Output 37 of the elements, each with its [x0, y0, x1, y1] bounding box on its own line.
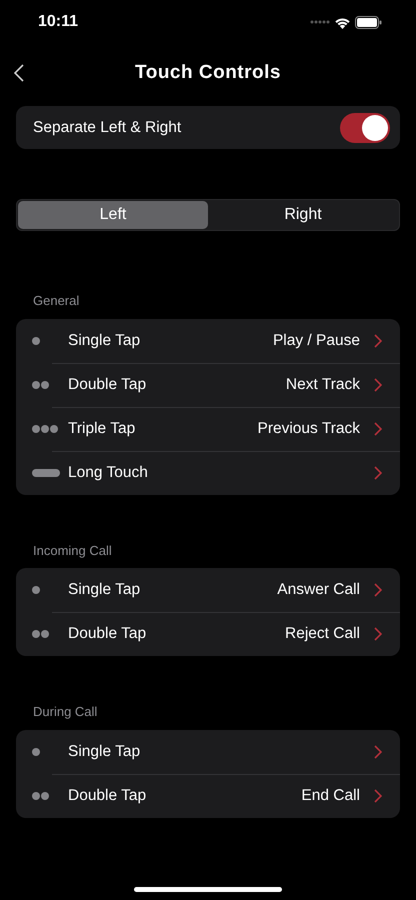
- chevron-icon: [374, 744, 382, 758]
- list-item[interactable]: Long Touch: [16, 450, 400, 494]
- list-item[interactable]: Single Tap: [16, 730, 400, 774]
- segment-tab[interactable]: Left: [18, 201, 208, 229]
- dot-icon: [32, 586, 40, 594]
- signal-icon: [310, 20, 330, 24]
- list-item[interactable]: Double Tap Reject Call: [16, 612, 400, 656]
- wifi-icon: [334, 16, 351, 28]
- chevron-icon: [374, 583, 382, 597]
- toggle-switch[interactable]: [340, 112, 390, 142]
- dot-icon: [32, 336, 40, 344]
- dots-icon: [32, 792, 49, 800]
- bar-icon: [32, 468, 60, 476]
- chevron-icon: [374, 422, 382, 436]
- back-button[interactable]: [14, 64, 24, 82]
- toggle-label: Separate Left & Right: [33, 118, 182, 138]
- list-item[interactable]: Single Tap Play / Pause: [16, 318, 400, 362]
- status-time: 10:11: [38, 12, 78, 32]
- chevron-icon: [374, 466, 382, 480]
- chevron-icon: [374, 627, 382, 641]
- section-header: Incoming Call: [32, 542, 113, 560]
- battery-icon: [355, 16, 382, 28]
- list-item[interactable]: Double Tap Next Track: [16, 362, 400, 406]
- chevron-icon: [374, 378, 382, 392]
- section-header: General: [32, 292, 80, 310]
- segment-tab[interactable]: Right: [208, 201, 398, 229]
- list-item[interactable]: Single Tap Answer Call: [16, 568, 400, 612]
- chevron-icon: [374, 788, 382, 802]
- dot-icon: [32, 748, 40, 756]
- list-item[interactable]: Triple Tap Previous Track: [16, 406, 400, 450]
- dots-icon: [32, 630, 49, 638]
- section-header: During Call: [32, 703, 98, 721]
- page-title: Touch Controls: [135, 60, 281, 85]
- list-item[interactable]: Double Tap End Call: [16, 774, 400, 818]
- chevron-icon: [374, 334, 382, 348]
- dots-icon: [32, 424, 58, 432]
- dots-icon: [32, 380, 49, 388]
